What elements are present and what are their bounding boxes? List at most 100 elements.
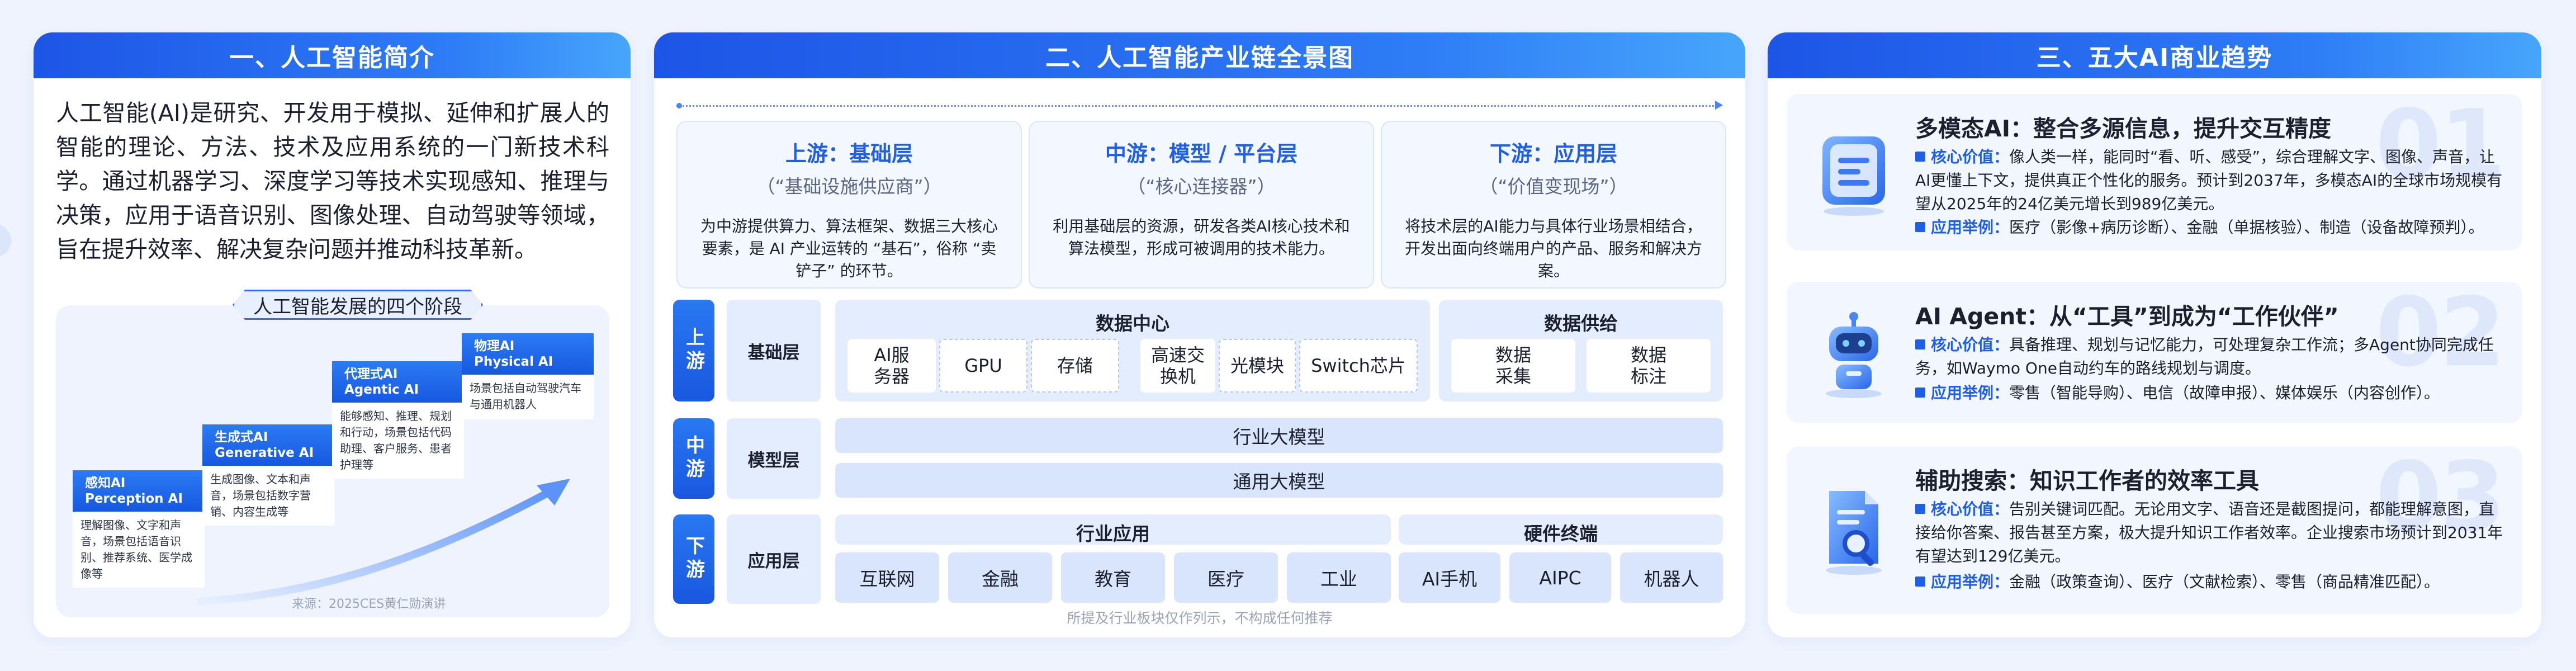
bullet-icon [1915,339,1925,349]
stage-desc: 能够感知、推理、规划和行动，场景包括代码助理、客户服务、患者护理等 [332,403,464,479]
stage-label: 物理AI Physical AI [462,333,594,375]
stage-perception: 感知AI Perception AI 理解图像、文字和声音，场景包括语音识别、推… [73,470,205,588]
cell-finance: 金融 [948,552,1052,603]
stage-desc: 场景包括自动驾驶汽车与通用机器人 [462,375,594,419]
bullet-icon [1915,504,1925,514]
trend-title: 辅助搜索：知识工作者的效率工具 [1915,467,2259,494]
group-industry-apps: 行业应用 [835,514,1391,545]
cell-gpu: GPU [939,339,1027,393]
group-title: 数据中心 [1096,313,1169,334]
stage-en: Generative AI [215,446,314,460]
stage-label: 代理式AI Agentic AI [332,361,464,403]
timeline-line [676,105,1714,107]
cell-storage: 存储 [1031,339,1119,393]
source-note: 来源：2025CES黄仁勋演讲 [292,597,446,611]
stage-en: Agentic AI [344,382,419,397]
panel-title: 一、人工智能简介 [34,32,631,78]
cell-text: AI服务器 [873,344,910,387]
case-label: 应用举例： [1931,384,2010,402]
cell-aipc: AIPC [1509,552,1611,603]
intro-text: 人工智能(AI)是研究、开发用于模拟、延伸和扩展人的智能的理论、方法、技术及应用… [56,100,609,263]
cell-switch: 高速交换机 [1140,339,1215,393]
case-text: 零售（智能导购）、电信（故障申报）、媒体娱乐（内容创作）。 [2009,384,2440,402]
stage-en: Physical AI [474,355,553,369]
stage-en: Perception AI [85,492,183,506]
bar-general-model: 通用大模型 [835,463,1723,498]
cell-text: 数据采集 [1495,344,1531,387]
bullet-icon [1915,388,1925,398]
overview-midstream: 中游：模型 / 平台层 （“核心连接器”） 利用基础层的资源，研发各类AI核心技… [1029,121,1374,289]
panel-title: 二、人工智能产业链全景图 [654,32,1745,78]
document-search-icon [1826,491,1882,575]
trend-value: 核心价值：像人类一样，能同时“看、听、感受”，综合理解文字、图像、声音，让AI更… [1915,145,2508,216]
cell-ai-phone: AI手机 [1399,552,1500,603]
group-datasupply: 数据供给 数据采集 数据标注 [1439,300,1723,401]
trend-value: 核心价值：具备推理、规划与记忆能力，可处理复杂工作流；多Agent协同完成任务，… [1915,333,2508,380]
stage-label: 感知AI Perception AI [73,470,205,512]
overview-upstream: 上游：基础层 （“基础设施供应商”） 为中游提供算力、算法框架、数据三大核心要素… [676,121,1022,289]
stage-desc: 生成图像、文本和声音，场景包括数字营销、内容生成等 [202,466,334,526]
cell-switch-chip: Switch芯片 [1299,339,1418,393]
cell-education: 教育 [1061,552,1165,603]
tier-name-model: 模型层 [727,418,821,499]
stage-cn: 生成式AI [215,430,268,445]
bullet-icon [1915,152,1925,162]
tier-label-midstream: 中游 [673,418,714,499]
stage-agentic: 代理式AI Agentic AI 能够感知、推理、规划和行动，场景包括代码助理、… [332,361,464,479]
stages-title: 人工智能发展的四个阶段 [233,290,483,320]
trend-title: AI Agent：从“工具”到成为“工作伙伴” [1915,303,2339,330]
tier-label-upstream: 上游 [673,300,714,401]
cell-text: 高速交换机 [1150,344,1205,387]
bullet-icon [1915,577,1925,587]
bullet-icon [1915,222,1925,232]
trend-case: 应用举例：零售（智能导购）、电信（故障申报）、媒体娱乐（内容创作）。 [1915,381,2508,405]
overview-downstream: 下游：应用层 （“价值变现场”） 将技术层的AI能力与具体行业场景相结合，开发出… [1381,121,1726,289]
overview-desc: 将技术层的AI能力与具体行业场景相结合，开发出面向终端用户的产品、服务和解决方案… [1404,217,1702,280]
cell-robot: 机器人 [1620,552,1723,603]
stage-label: 生成式AI Generative AI [202,424,334,466]
group-hardware: 硬件终端 [1399,514,1723,545]
stage-cn: 代理式AI [344,367,398,381]
timeline [676,101,1723,110]
overview-title: 上游：基础层 [785,141,913,166]
group-title: 行业应用 [1076,523,1150,545]
panel-title: 三、五大AI商业趋势 [1768,32,2541,78]
panel-ai-intro: 一、人工智能简介 人工智能(AI)是研究、开发用于模拟、延伸和扩展人的智能的理论… [34,32,631,637]
overview-sub: （“价值变现场”） [1479,176,1628,197]
stages-box: 人工智能发展的四个阶段 感知AI Perception AI 理解图像、文字和声… [56,305,609,617]
stage-desc: 理解图像、文字和声音，场景包括语音识别、推荐系统、医学成像等 [73,512,205,588]
trend-case: 应用举例：医疗（影像+病历诊断）、金融（单据核验）、制造（设备故障预判）。 [1915,216,2508,239]
stage-physical: 物理AI Physical AI 场景包括自动驾驶汽车与通用机器人 [462,333,594,419]
stage-cn: 物理AI [474,339,515,353]
value-label: 核心价值： [1931,148,2010,166]
group-title: 硬件终端 [1524,523,1598,545]
bar-industry-model: 行业大模型 [835,418,1723,453]
trend-value: 核心价值：告别关键词匹配。无论用文字、语音还是截图提问，都能理解意图，直接给你答… [1915,498,2508,568]
panel-ai-trends: 三、五大AI商业趋势 01 多模态AI：整合多源信息，提升交互精度 核心价值：像… [1768,32,2541,637]
overview-title: 中游：模型 / 平台层 [1105,141,1298,166]
cell-manufacturing: 工业 [1287,552,1391,603]
value-label: 核心价值： [1931,336,2010,354]
cell-text: 数据标注 [1630,344,1666,387]
overview-desc: 为中游提供算力、算法框架、数据三大核心要素，是 AI 产业运转的 “基石”，俗称… [700,217,998,280]
overview-title: 下游：应用层 [1489,141,1617,166]
cell-optical-module: 光模块 [1219,339,1296,393]
trend-case: 应用举例：金融（政策查询）、医疗（文献检索）、零售（商品精准匹配）。 [1915,570,2508,594]
overview-sub: （“基础设施供应商”） [756,176,942,197]
trend-card-agent: 02 AI Agent：从“工具”到成为“工作伙伴” 核心价值：具备推理、规划与… [1787,282,2522,423]
value-label: 核心价值： [1931,500,2010,518]
footnote: 所提及行业板块仅作列示，不构成任何推荐 [1067,610,1333,626]
panel-industry-chain: 二、人工智能产业链全景图 上游：基础层 （“基础设施供应商”） 为中游提供算力、… [654,32,1745,637]
stage-cn: 感知AI [85,476,126,490]
tier-name-base: 基础层 [727,300,821,401]
chat-window-icon [1822,136,1885,216]
case-text: 金融（政策查询）、医疗（文献检索）、零售（商品精准匹配）。 [2009,573,2440,591]
timeline-dot [676,103,682,108]
cell-data-collection: 数据采集 [1451,339,1575,393]
case-label: 应用举例： [1931,218,2010,237]
cell-internet: 互联网 [835,552,939,603]
robot-icon [1826,312,1882,398]
overview-sub: （“核心连接器”） [1127,176,1276,197]
case-label: 应用举例： [1931,573,2010,591]
decorative-circle [0,224,11,257]
